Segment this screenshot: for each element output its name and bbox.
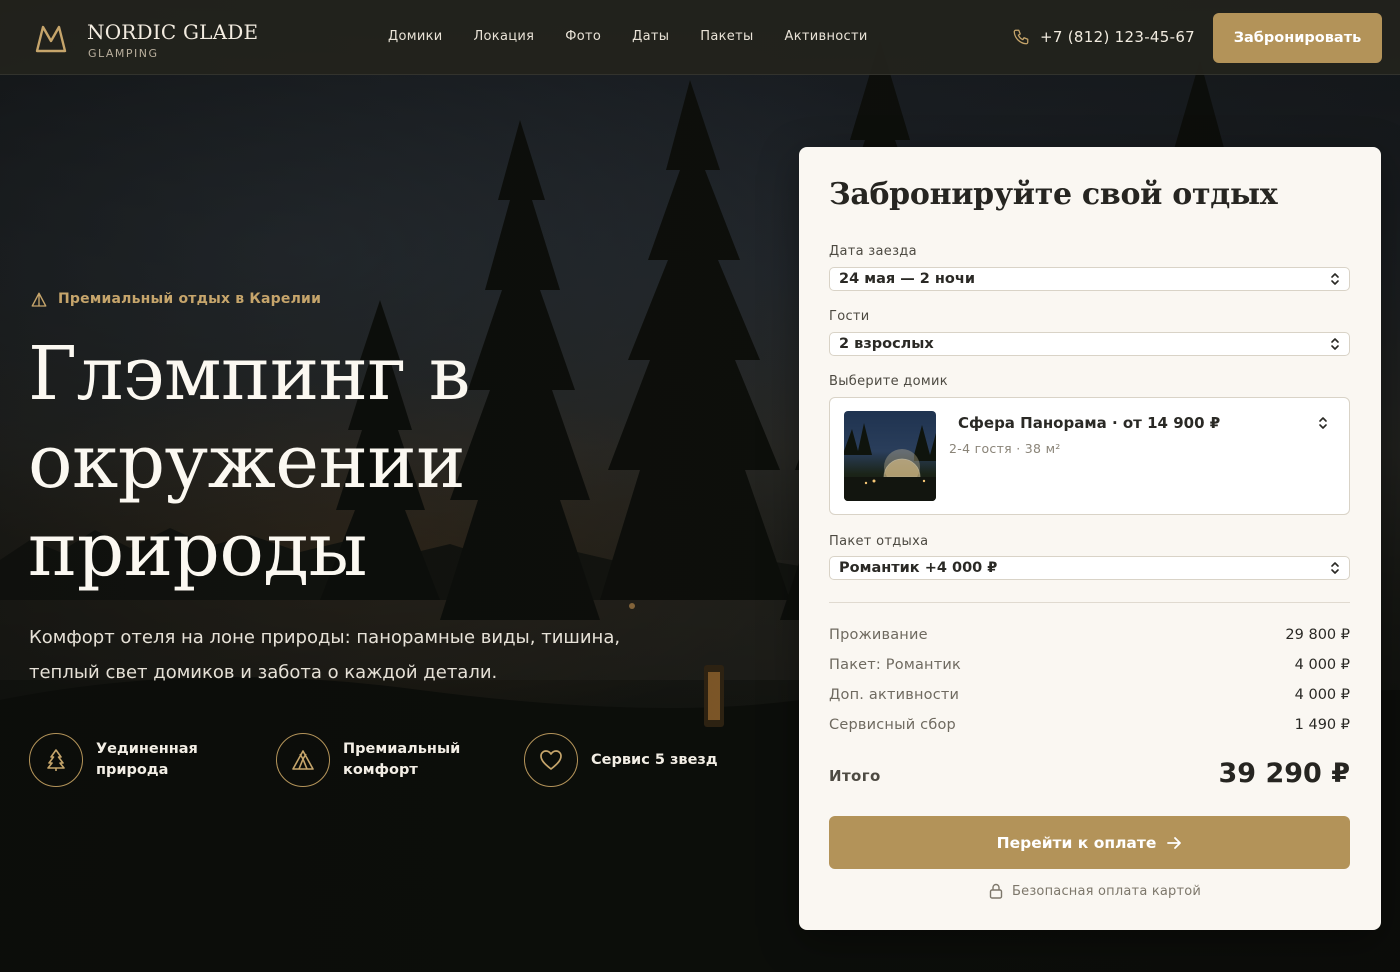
chevron-updown-icon (1331, 338, 1339, 350)
price-label: Проживание (829, 627, 928, 643)
mountain-logo-icon[interactable] (34, 22, 68, 54)
hero-eyebrow: Премиальный отдых в Карелии (58, 291, 322, 307)
feature-service: Сервис 5 звезд (524, 733, 751, 787)
booking-card: Забронируйте свой отдых Дата заезда 24 м… (799, 147, 1381, 930)
nav-item-packages[interactable]: Пакеты (700, 29, 753, 44)
price-row-stay: Проживание 29 800 ₽ (829, 627, 1350, 643)
price-row-service-fee: Сервисный сбор 1 490 ₽ (829, 717, 1350, 733)
hero-description: Комфорт отеля на лоне природы: панорамны… (29, 627, 621, 683)
tent-icon (292, 750, 314, 770)
price-value: 4 000 ₽ (1294, 657, 1350, 673)
phone-number-link[interactable]: +7 (812) 123-45-67 (1040, 28, 1195, 46)
site-header: NORDIC GLADE GLAMPING Домики Локация Фот… (0, 0, 1400, 75)
booking-title: Забронируйте свой отдых (829, 177, 1278, 212)
heart-icon (540, 750, 562, 770)
lock-icon (989, 883, 1003, 899)
price-label: Сервисный сбор (829, 717, 956, 733)
feature-label: Сервис 5 звезд (591, 751, 718, 768)
divider (829, 602, 1350, 603)
brand-subtitle: GLAMPING (88, 47, 159, 60)
total-label: Итого (829, 767, 881, 785)
cabin-select[interactable]: Сфера Панорама · от 14 900 ₽ 2-4 гостя ·… (829, 397, 1350, 515)
price-label: Доп. активности (829, 687, 960, 703)
nav-item-dates[interactable]: Даты (632, 29, 669, 44)
feature-nature: Уединенная природа (29, 733, 226, 787)
package-value: Романтик +4 000 ₽ (839, 560, 998, 576)
chevron-updown-icon (1331, 562, 1339, 574)
price-row-package: Пакет: Романтик 4 000 ₽ (829, 657, 1350, 673)
tree-icon (47, 749, 65, 771)
checkin-select[interactable]: 24 мая — 2 ночи (829, 267, 1350, 291)
hero-title: Глэмпинг в окружении природы (28, 331, 470, 593)
checkin-value: 24 мая — 2 ночи (839, 271, 976, 287)
arrow-right-icon (1167, 836, 1182, 849)
secure-payment-text: Безопасная оплата картой (1012, 883, 1202, 899)
price-label: Пакет: Романтик (829, 657, 961, 673)
feature-label: Уединенная природа (96, 741, 198, 778)
package-label: Пакет отдыха (829, 534, 929, 549)
proceed-to-payment-button[interactable]: Перейти к оплате (829, 816, 1350, 869)
phone-icon (1013, 29, 1029, 45)
nav-item-location[interactable]: Локация (473, 29, 534, 44)
book-now-button[interactable]: Забронировать (1213, 13, 1382, 63)
checkin-label: Дата заезда (829, 244, 917, 259)
tent-outline-icon (31, 292, 47, 307)
feature-comfort: Премиальный комфорт (276, 733, 473, 787)
package-select[interactable]: Романтик +4 000 ₽ (829, 556, 1350, 580)
cabin-name: Сфера Панорама · от 14 900 ₽ (958, 414, 1221, 432)
chevron-updown-icon (1331, 273, 1339, 285)
cabin-label: Выберите домик (829, 374, 948, 389)
feature-label: Премиальный комфорт (343, 741, 461, 778)
pay-button-label: Перейти к оплате (996, 833, 1157, 852)
guests-label: Гости (829, 309, 870, 324)
price-value: 1 490 ₽ (1294, 717, 1350, 733)
nav-item-activities[interactable]: Активности (785, 29, 868, 44)
secure-payment-note: Безопасная оплата картой (989, 883, 1201, 899)
price-row-activities: Доп. активности 4 000 ₽ (829, 687, 1350, 703)
price-value: 4 000 ₽ (1294, 687, 1350, 703)
cabin-thumbnail-image (844, 411, 936, 501)
main-nav: Домики Локация Фото Даты Пакеты Активнос… (388, 29, 899, 44)
total-value: 39 290 ₽ (1218, 758, 1350, 789)
chevron-updown-icon (1319, 417, 1327, 429)
brand-name[interactable]: NORDIC GLADE (87, 20, 258, 44)
cabin-meta: 2-4 гостя · 38 м² (949, 441, 1061, 456)
nav-item-photo[interactable]: Фото (565, 29, 601, 44)
guests-select[interactable]: 2 взрослых (829, 332, 1350, 356)
nav-item-cabins[interactable]: Домики (388, 29, 442, 44)
guests-value: 2 взрослых (839, 336, 934, 352)
price-value: 29 800 ₽ (1285, 627, 1350, 643)
